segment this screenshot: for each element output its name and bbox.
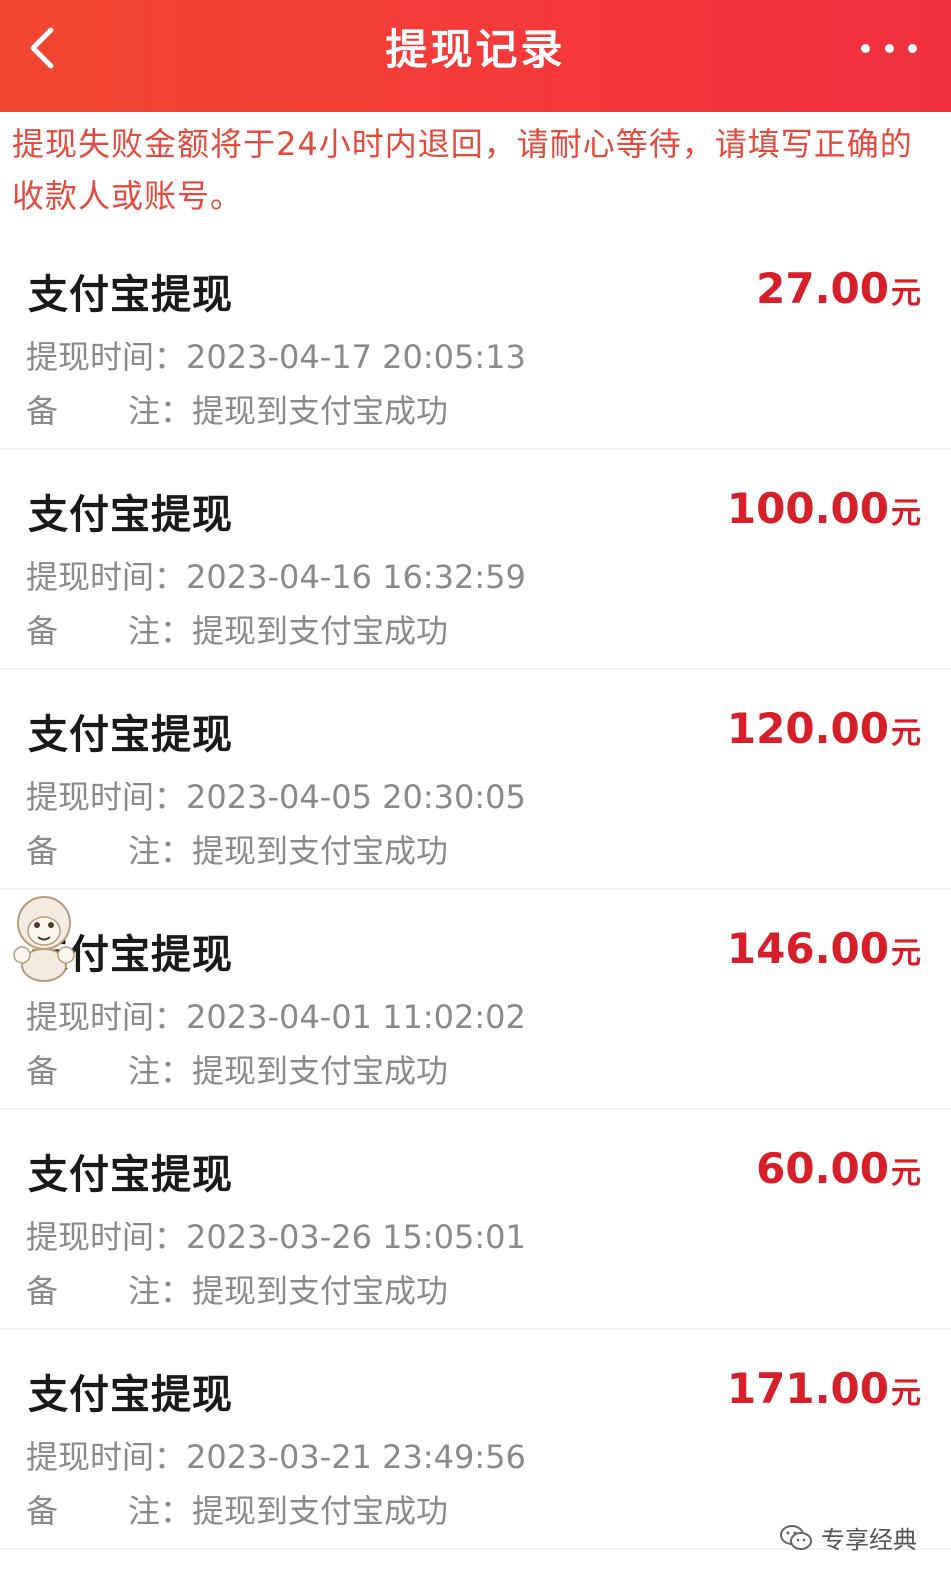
note-label-1: 备 xyxy=(26,1052,59,1090)
monkey-sticker-icon xyxy=(13,896,75,982)
record-time: 提现时间：2023-04-01 11:02:02 xyxy=(26,992,526,1038)
record-note: 备 注：提现到支付宝成功 xyxy=(26,606,448,652)
time-value: 2023-04-16 16:32:59 xyxy=(186,558,526,596)
record-amount: 171.00元 xyxy=(727,1364,921,1413)
record-title: 支付宝提现 xyxy=(28,492,233,538)
record-note: 备 注：提现到支付宝成功 xyxy=(26,826,448,872)
withdrawal-record[interactable]: 支付宝提现 27.00元 提现时间：2023-04-17 20:05:13 备 注… xyxy=(0,230,951,450)
record-time: 提现时间：2023-04-17 20:05:13 xyxy=(26,332,526,378)
note-value: 提现到支付宝成功 xyxy=(192,612,449,650)
note-label-1: 备 xyxy=(26,1272,59,1310)
note-label-2: 注： xyxy=(128,392,193,430)
withdrawal-record[interactable]: 支付宝提现 146.00元 提现时间：2023-04-01 11:02:02 备… xyxy=(0,890,951,1110)
more-dot-icon xyxy=(861,43,870,53)
currency-unit: 元 xyxy=(891,1376,921,1411)
page-title: 提现记录 xyxy=(385,25,566,74)
record-amount: 146.00元 xyxy=(727,924,921,973)
record-note: 备 注：提现到支付宝成功 xyxy=(26,1486,448,1532)
currency-unit: 元 xyxy=(891,936,921,971)
amount-value: 146.00 xyxy=(726,924,889,973)
note-value: 提现到支付宝成功 xyxy=(192,1272,449,1310)
record-time: 提现时间：2023-03-21 23:49:56 xyxy=(26,1432,526,1478)
note-label-2: 注： xyxy=(128,612,193,650)
time-value: 2023-04-01 11:02:02 xyxy=(186,998,526,1036)
amount-value: 100.00 xyxy=(726,484,889,533)
currency-unit: 元 xyxy=(891,716,921,751)
more-options-button[interactable] xyxy=(861,30,917,66)
record-note: 备 注：提现到支付宝成功 xyxy=(26,386,448,432)
watermark: 专享经典 xyxy=(779,1520,917,1555)
currency-unit: 元 xyxy=(891,276,921,311)
note-label-1: 备 xyxy=(26,1492,59,1530)
amount-value: 171.00 xyxy=(726,1364,889,1413)
withdrawal-record-list: 支付宝提现 27.00元 提现时间：2023-04-17 20:05:13 备注… xyxy=(0,230,951,1550)
currency-unit: 元 xyxy=(891,1156,921,1191)
withdrawal-record[interactable]: 支付宝提现 100.00元 提现时间：2023-04-16 16:32:59 备… xyxy=(0,450,951,670)
amount-value: 27.00 xyxy=(756,264,889,313)
time-value: 2023-04-17 20:05:13 xyxy=(186,338,526,376)
top-nav-bar: 提现记录 xyxy=(0,0,951,112)
note-value: 提现到支付宝成功 xyxy=(192,392,449,430)
time-label: 提现时间： xyxy=(26,998,187,1036)
time-value: 2023-03-26 15:05:01 xyxy=(186,1218,526,1256)
time-value: 2023-04-05 20:30:05 xyxy=(186,778,526,816)
more-dot-icon xyxy=(908,43,917,53)
note-label-2: 注： xyxy=(128,1052,193,1090)
withdrawal-record[interactable]: 支付宝提现 60.00元 提现时间：2023-03-26 15:05:01 备 注… xyxy=(0,1110,951,1330)
note-value: 提现到支付宝成功 xyxy=(192,832,449,870)
record-title: 支付宝提现 xyxy=(28,712,233,758)
withdrawal-record[interactable]: 支付宝提现 171.00元 提现时间：2023-03-21 23:49:56 备… xyxy=(0,1330,951,1550)
note-label-2: 注： xyxy=(128,1492,193,1530)
record-title: 支付宝提现 xyxy=(28,1372,233,1418)
withdrawal-notice: 提现失败金额将于24小时内退回，请耐心等待，请填写正确的收款人或账号。 xyxy=(12,125,913,215)
time-label: 提现时间： xyxy=(26,778,187,816)
note-label-2: 注： xyxy=(128,832,193,870)
record-time: 提现时间：2023-04-05 20:30:05 xyxy=(26,772,526,818)
note-label-1: 备 xyxy=(26,612,59,650)
time-label: 提现时间： xyxy=(26,558,187,596)
record-title: 支付宝提现 xyxy=(28,1152,233,1198)
note-label-2: 注： xyxy=(128,1272,193,1310)
time-label: 提现时间： xyxy=(26,1438,187,1476)
record-note: 备 注：提现到支付宝成功 xyxy=(26,1046,448,1092)
time-value: 2023-03-21 23:49:56 xyxy=(186,1438,526,1476)
more-dot-icon xyxy=(884,43,894,53)
note-label-1: 备 xyxy=(26,392,59,430)
record-amount: 100.00元 xyxy=(727,484,921,533)
note-label-1: 备 xyxy=(26,832,59,870)
wechat-icon xyxy=(780,1524,812,1550)
watermark-text: 专享经典 xyxy=(821,1526,917,1554)
amount-value: 120.00 xyxy=(726,704,889,753)
record-title: 支付宝提现 xyxy=(28,272,233,318)
record-amount: 60.00元 xyxy=(756,1144,921,1193)
amount-value: 60.00 xyxy=(756,1144,889,1193)
note-value: 提现到支付宝成功 xyxy=(192,1052,449,1090)
currency-unit: 元 xyxy=(891,496,921,531)
withdrawal-record[interactable]: 支付宝提现 120.00元 提现时间：2023-04-05 20:30:05 备… xyxy=(0,670,951,890)
time-label: 提现时间： xyxy=(26,338,187,376)
note-value: 提现到支付宝成功 xyxy=(192,1492,449,1530)
record-note: 备 注：提现到支付宝成功 xyxy=(26,1266,448,1312)
record-amount: 120.00元 xyxy=(727,704,921,753)
record-amount: 27.00元 xyxy=(756,264,921,313)
record-time: 提现时间：2023-03-26 15:05:01 xyxy=(26,1212,526,1258)
time-label: 提现时间： xyxy=(26,1218,187,1256)
record-time: 提现时间：2023-04-16 16:32:59 xyxy=(26,552,526,598)
